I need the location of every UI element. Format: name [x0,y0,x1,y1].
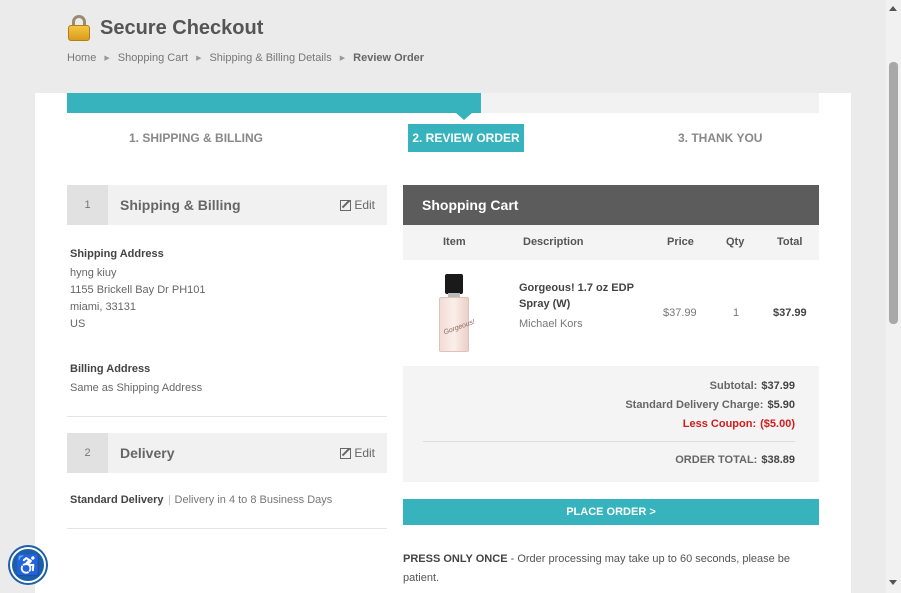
progress-fill [67,93,481,113]
delivery-eta: Delivery in 4 to 8 Business Days [174,494,333,506]
step-shipping-billing: 1. SHIPPING & BILLING [129,131,264,145]
billing-text: Same as Shipping Address [70,382,203,394]
address-line: hyng kiuy [70,267,117,279]
step-thank-you: 3. THANK YOU [678,131,763,145]
delivery-charge-label: Standard Delivery Charge: [625,399,764,411]
cart-title: Shopping Cart [403,185,819,225]
address-line: miami, 33131 [70,301,137,313]
chevron-right-icon: ▶ [339,55,346,62]
edit-label: Edit [354,446,375,460]
checkout-progress-bar [67,93,819,120]
subtotal-value: $37.99 [761,380,795,392]
divider [423,441,795,442]
delivery-header: 2 Delivery Edit [67,433,387,473]
column-header: Price [667,236,694,248]
breadcrumb-cart[interactable]: Shopping Cart [118,52,188,64]
order-total-line: ORDER TOTAL: $38.89 [675,454,795,466]
lock-icon [67,15,91,41]
order-total-value: $38.89 [761,454,795,466]
cart-item-row: Gorgeous! Gorgeous! 1.7 oz EDP Spray (W)… [403,260,819,366]
step-review-order: 2. REVIEW ORDER [408,124,524,152]
breadcrumb-review: Review Order [353,52,425,64]
shipping-address: Shipping Address hyng kiuy 1155 Brickell… [70,246,206,333]
product-image[interactable]: Gorgeous! [439,274,476,352]
accessibility-icon[interactable]: ♿ [10,547,46,583]
product-brand: Michael Kors [519,318,583,330]
checkout-header: Secure Checkout Home ▶ Shopping Cart ▶ S… [35,0,851,93]
breadcrumb: Home ▶ Shopping Cart ▶ Shipping & Billin… [67,52,424,64]
column-header: Item [443,236,466,248]
section-number: 1 [67,185,108,225]
shipping-address-heading: Shipping Address [70,248,164,260]
chevron-right-icon: ▶ [196,55,202,62]
section-title: Shipping & Billing [120,197,241,213]
billing-address-heading: Billing Address [70,363,151,375]
edit-shipping-button[interactable]: Edit [340,198,375,212]
order-summary: Subtotal: $37.99 Standard Delivery Charge… [403,366,819,482]
cart-column-headers: Item Description Price Qty Total [403,225,819,260]
scrollbar-thumb[interactable] [889,62,898,324]
subtotal-label: Subtotal: [709,380,758,392]
delivery-info: Standard Delivery Delivery in 4 to 8 Busi… [70,494,332,506]
scroll-down-icon[interactable] [889,580,897,585]
delivery-method: Standard Delivery [70,494,164,506]
divider [168,495,170,506]
order-processing-note: PRESS ONLY ONCE - Order processing may t… [403,550,819,588]
pencil-icon [340,199,352,211]
delivery-charge-line: Standard Delivery Charge: $5.90 [625,399,795,411]
product-total: $37.99 [773,307,807,319]
coupon-line: Less Coupon: ($5.00) [683,418,795,430]
address-line: US [70,318,86,330]
column-header: Description [523,236,584,248]
product-qty: 1 [733,307,740,319]
note-bold: PRESS ONLY ONCE [403,553,508,565]
checkout-page: Secure Checkout Home ▶ Shopping Cart ▶ S… [35,0,851,593]
scroll-up-icon[interactable] [889,6,897,11]
product-description[interactable]: Gorgeous! 1.7 oz EDP Spray (W) [519,280,649,312]
order-total-label: ORDER TOTAL: [675,454,758,466]
coupon-label: Less Coupon: [682,418,757,430]
divider [67,528,387,529]
page-title: Secure Checkout [67,15,263,41]
shipping-billing-header: 1 Shipping & Billing Edit [67,185,387,225]
chevron-right-icon: ▶ [104,55,110,62]
coupon-value: ($5.00) [760,418,795,430]
place-order-button[interactable]: PLACE ORDER > [403,499,819,525]
subtotal-line: Subtotal: $37.99 [710,380,795,392]
scrollbar[interactable] [886,0,901,593]
billing-address: Billing Address Same as Shipping Address [70,361,202,397]
product-price: $37.99 [663,307,697,319]
delivery-charge-value: $5.90 [767,399,795,411]
page-title-text: Secure Checkout [100,16,264,39]
breadcrumb-shipping[interactable]: Shipping & Billing Details [209,52,331,64]
edit-delivery-button[interactable]: Edit [340,446,375,460]
pencil-icon [340,447,352,459]
breadcrumb-home[interactable]: Home [67,52,96,64]
column-header: Qty [726,236,745,248]
progress-pointer [456,113,472,120]
divider [67,416,387,417]
edit-label: Edit [354,198,375,212]
section-title: Delivery [120,445,175,461]
column-header: Total [777,236,803,248]
section-number: 2 [67,433,108,473]
address-line: 1155 Brickell Bay Dr PH101 [70,284,206,296]
